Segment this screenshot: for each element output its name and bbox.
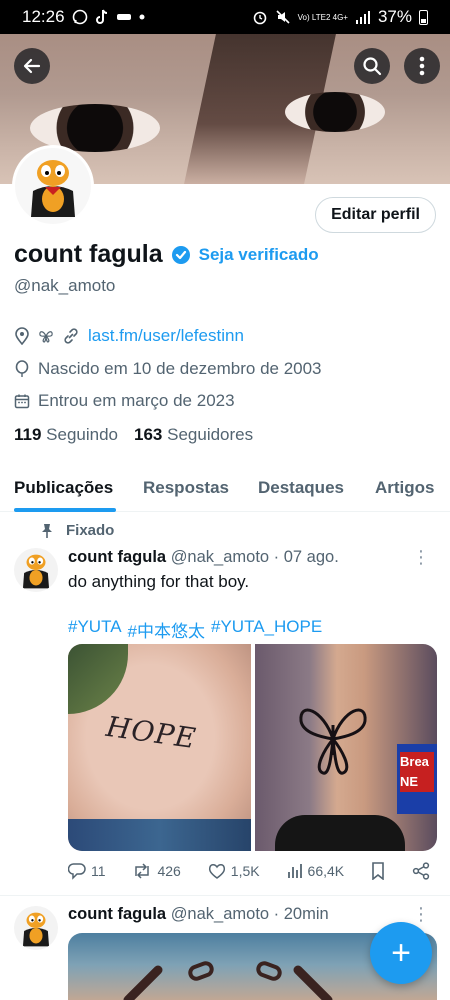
image-shirt-shape [68, 819, 251, 851]
clock: 12:26 [22, 7, 65, 26]
birthday-text: Nascido em 10 de dezembro de 2003 [38, 359, 322, 378]
like-button[interactable]: 1,5K [208, 862, 260, 880]
app-notification-icon [116, 11, 132, 23]
bookmark-button[interactable] [371, 862, 385, 880]
search-icon [363, 57, 382, 76]
banner-eye-right [285, 92, 385, 132]
tiktok-icon [95, 9, 109, 25]
back-arrow-icon [23, 58, 41, 74]
name-row: count fagula Seja verificado [14, 240, 319, 269]
joined-row: Entrou em março de 2023 [14, 391, 235, 411]
post-author-name[interactable]: count fagula [68, 548, 166, 566]
tab-respostas[interactable]: Respostas [143, 478, 229, 498]
tattoo-butterfly-image[interactable]: Brea NE [254, 644, 437, 851]
image-background-shape [68, 644, 128, 714]
pinned-label: Fixado [40, 522, 114, 539]
follow-stats: 119 Seguindo 163 Seguidores [14, 425, 253, 445]
post-actions: 11 426 1,5K 66,4K [68, 862, 430, 880]
signal-icon [355, 10, 371, 24]
butterfly-icon [39, 331, 53, 343]
balloon-icon [15, 360, 29, 377]
news-sign-text: Brea NE [400, 752, 434, 792]
sandal-shape [274, 815, 405, 851]
hashtag-link[interactable]: #中本悠太 [128, 617, 205, 642]
following-link[interactable]: 119 Seguindo [14, 425, 118, 445]
reply-button[interactable]: 11 [68, 862, 106, 880]
garfield-avatar-icon [22, 912, 50, 947]
vertical-dots-icon [419, 56, 425, 76]
status-bar: 12:26 Vo) LTE2 4G+ 37% [0, 0, 450, 34]
post-hashtags: #YUTA #中本悠太 #YUTA_HOPE [68, 617, 322, 642]
profile-website-link[interactable]: last.fm/user/lefestinn [88, 326, 244, 346]
link-icon [64, 328, 78, 344]
garfield-avatar-icon [31, 160, 75, 217]
location-pin-icon [15, 327, 29, 345]
tattoo-hope-image[interactable]: HOPE [68, 644, 251, 851]
post-more-icon[interactable]: ⋮ [412, 547, 430, 568]
whatsapp-icon [72, 9, 88, 25]
profile-avatar[interactable] [12, 145, 94, 227]
reply-icon [68, 863, 86, 880]
tab-artigos[interactable]: Artigos [375, 478, 435, 498]
profile-links-row: last.fm/user/lefestinn [14, 326, 244, 346]
post-author-avatar[interactable] [14, 906, 58, 950]
display-name: count fagula [14, 240, 163, 268]
active-tab-indicator [14, 508, 116, 512]
post-text: do anything for that boy. [68, 572, 250, 591]
battery-icon [419, 9, 428, 25]
edit-profile-button[interactable]: Editar perfil [315, 197, 436, 233]
post-media-grid: HOPE Brea NE [68, 644, 437, 851]
profile-handle: @nak_amoto [14, 276, 116, 295]
calendar-icon [14, 394, 30, 409]
butterfly-tattoo-icon [298, 708, 367, 775]
share-button[interactable] [412, 862, 430, 880]
tattoo-text: HOPE [104, 709, 199, 756]
verified-badge-icon[interactable] [171, 245, 191, 265]
tab-destaques[interactable]: Destaques [258, 478, 344, 498]
hashtag-link[interactable]: #YUTA_HOPE [211, 617, 322, 642]
news-sign-shape: Brea NE [397, 744, 437, 814]
more-options-button[interactable] [404, 48, 440, 84]
hashtag-link[interactable]: #YUTA [68, 617, 122, 642]
post-author-avatar[interactable] [14, 548, 58, 592]
post-author-name[interactable]: count fagula [68, 905, 166, 923]
post-header: count fagula @nak_amoto · 07 ago. [68, 548, 339, 567]
birthday-row: Nascido em 10 de dezembro de 2003 [14, 359, 322, 379]
followers-link[interactable]: 163 Seguidores [134, 425, 253, 445]
dot-icon [139, 14, 145, 20]
mute-icon [275, 9, 291, 25]
post-divider [0, 895, 450, 896]
search-button[interactable] [354, 48, 390, 84]
alarm-icon [252, 9, 268, 25]
bookmark-icon [372, 862, 384, 880]
post-meta: @nak_amoto · 07 ago. [170, 548, 339, 566]
repost-button[interactable]: 426 [132, 862, 181, 880]
network-type: Vo) LTE2 4G+ [297, 12, 348, 22]
post-more-icon[interactable]: ⋮ [412, 904, 430, 925]
pin-icon [42, 523, 52, 538]
share-icon [412, 862, 430, 880]
views-button[interactable]: 66,4K [287, 862, 344, 880]
garfield-avatar-icon [22, 554, 50, 589]
get-verified-link[interactable]: Seja verificado [199, 245, 319, 265]
views-icon [287, 864, 302, 878]
tab-publicacoes[interactable]: Publicações [14, 478, 113, 498]
compose-post-button[interactable]: + [370, 922, 432, 984]
post-header: count fagula @nak_amoto · 20min [68, 905, 329, 924]
battery-percent: 37% [377, 7, 412, 26]
broken-chain-icon [123, 961, 333, 1000]
back-button[interactable] [14, 48, 50, 84]
heart-icon [208, 864, 225, 879]
repost-icon [135, 863, 150, 879]
joined-text: Entrou em março de 2023 [38, 391, 235, 410]
post-meta: @nak_amoto · 20min [170, 905, 329, 923]
profile-tabs: Publicações Respostas Destaques Artigos [0, 462, 450, 512]
